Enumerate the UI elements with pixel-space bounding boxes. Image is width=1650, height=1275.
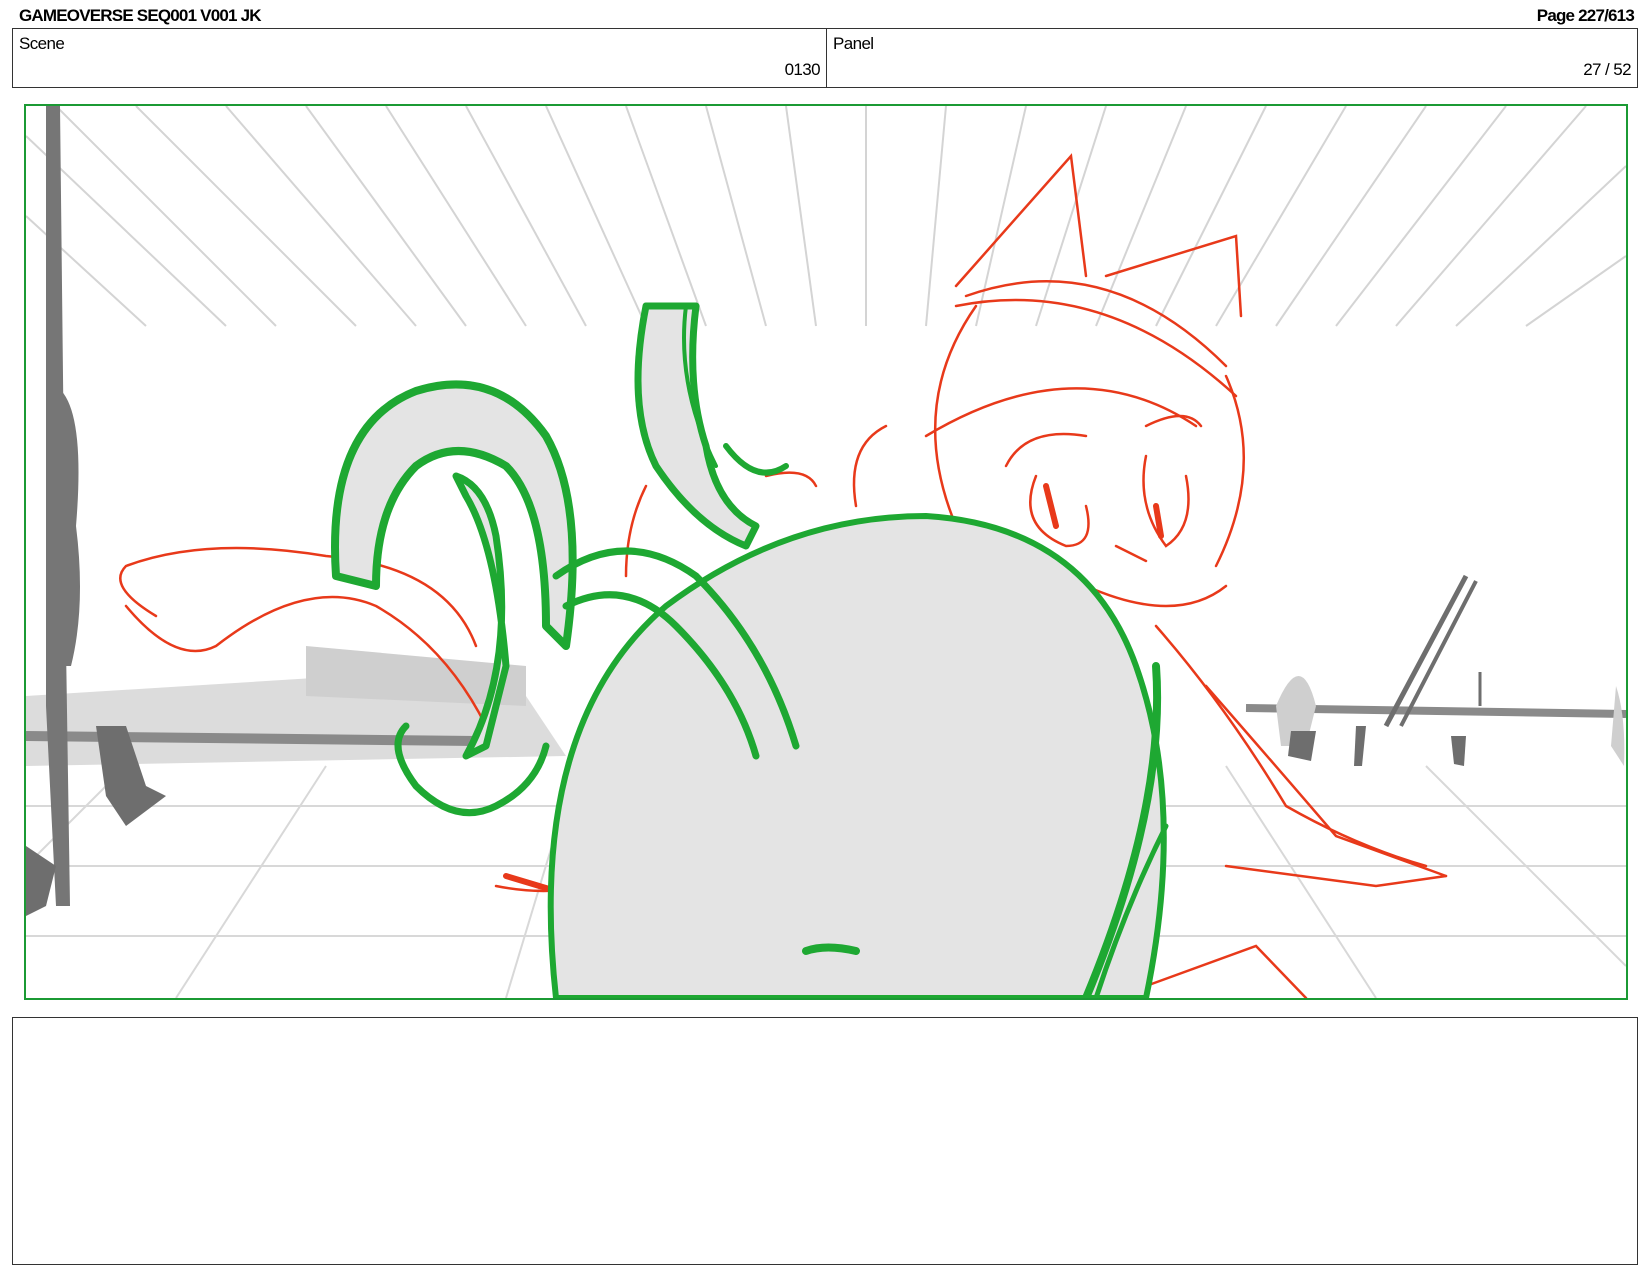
panel-label: Panel [833,34,874,53]
page-number: Page 227/613 [1536,6,1635,25]
notes-box [12,1017,1638,1265]
scene-label: Scene [19,34,65,53]
panel-cell: Panel 27 / 52 [827,29,1637,87]
scene-panel-info: Scene 0130 Panel 27 / 52 [12,28,1638,88]
scene-value: 0130 [784,60,821,79]
panel-value: 27 / 52 [1583,60,1631,79]
sphere-shape [547,512,1167,998]
document-title: GAMEOVERSE SEQ001 V001 JK [19,6,262,25]
scene-cell: Scene 0130 [13,29,827,87]
storyboard-sketch [26,106,1626,998]
ceiling-grid [26,106,1626,327]
storyboard-frame [24,104,1628,1000]
